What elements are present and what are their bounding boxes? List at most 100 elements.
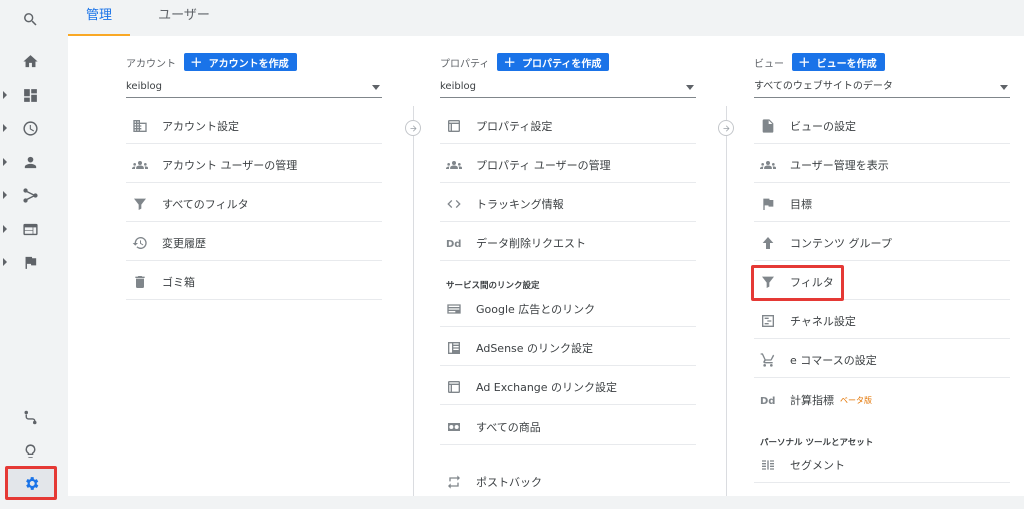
change-history-item[interactable]: 変更履歴 [126,225,382,261]
expand-arrow-icon [3,158,7,166]
calculated-metrics-label: 計算指標 [790,394,834,407]
route-icon [23,410,37,424]
account-label: アカウント [126,58,176,70]
create-view-label: ビューを作成 [816,58,877,70]
plus-icon: + [798,53,811,71]
all-filters-label: すべてのフィルタ [162,197,249,211]
postback-item[interactable]: ポストバック [440,464,696,500]
expand-arrow-icon [3,91,7,99]
search-button[interactable] [0,2,60,36]
expand-arrow-icon [3,191,7,199]
data-deletion-item[interactable]: Dd データ削除リクエスト [440,225,696,261]
create-account-button[interactable]: + アカウントを作成 [184,53,297,71]
ad-exchange-icon [448,380,460,393]
account-selected-value: keiblog [126,81,162,92]
account-settings-label: アカウント設定 [162,119,239,133]
view-settings-item[interactable]: ビューの設定 [754,108,1010,144]
column-divider [726,106,727,496]
acquisition-icon [22,187,38,203]
tab-admin[interactable]: 管理 [68,0,130,36]
property-settings-label: プロパティ設定 [476,119,553,133]
ads-link-icon [447,303,461,314]
realtime-button[interactable] [0,111,60,145]
ecommerce-settings-item[interactable]: e コマースの設定 [754,342,1010,378]
person-icon [24,156,36,168]
building-icon [133,119,147,132]
filters-highlight [751,265,844,301]
plus-icon: + [190,53,203,71]
google-ads-link-item[interactable]: Google 広告とのリンク [440,291,696,327]
acquisition-button[interactable] [0,178,60,212]
property-users-item[interactable]: プロパティ ユーザーの管理 [440,147,696,183]
property-settings-item[interactable]: プロパティ設定 [440,108,696,144]
plus-icon: + [503,53,516,71]
account-select[interactable]: keiblog [126,78,382,98]
dashboard-icon [23,88,37,102]
dd-icon: Dd [446,239,461,250]
calculated-metrics-item[interactable]: Dd 計算指標 ベータ版 [754,382,1010,418]
home-icon [22,54,38,67]
adsense-link-item[interactable]: AdSense のリンク設定 [440,330,696,366]
people-icon [132,160,148,169]
document-icon [762,118,774,133]
attribution-button[interactable] [0,400,60,434]
admin-button[interactable] [5,466,57,500]
flag-icon [763,198,774,210]
create-property-button[interactable]: + プロパティを作成 [497,53,610,71]
clock-icon [22,120,38,136]
segments-label: セグメント [790,458,845,472]
create-account-label: アカウントを作成 [208,58,289,70]
postback-icon [448,475,460,489]
arrow-right-icon [405,120,421,136]
conversions-button[interactable] [0,245,60,279]
create-property-label: プロパティを作成 [521,58,602,70]
property-window-icon [448,119,460,132]
account-users-label: アカウント ユーザーの管理 [162,158,298,172]
tab-users[interactable]: ユーザー [144,0,224,36]
account-header: アカウント + アカウントを作成 [126,52,297,72]
beta-badge: ベータ版 [840,395,872,405]
trash-label: ゴミ箱 [162,275,195,289]
audience-button[interactable] [0,145,60,179]
column-divider [413,106,414,496]
data-deletion-label: データ削除リクエスト [476,236,586,250]
view-users-item[interactable]: ユーザー管理を表示 [754,147,1010,183]
customization-button[interactable] [0,78,60,112]
content-grouping-item[interactable]: コンテンツ グループ [754,225,1010,261]
account-settings-item[interactable]: アカウント設定 [126,108,382,144]
ad-exchange-link-item[interactable]: Ad Exchange のリンク設定 [440,369,696,405]
view-select[interactable]: すべてのウェブサイトのデータ [754,78,1010,98]
goals-item[interactable]: 目標 [754,186,1010,222]
property-select[interactable]: keiblog [440,78,696,98]
lightbulb-icon [25,443,35,458]
behavior-button[interactable] [0,212,60,246]
expand-arrow-icon [3,124,7,132]
tracking-info-label: トラッキング情報 [476,197,564,211]
expand-arrow-icon [3,225,7,233]
create-view-button[interactable]: + ビューを作成 [792,53,885,71]
channel-settings-label: チャネル設定 [790,314,856,328]
expand-arrow-icon [3,258,7,266]
tracking-info-item[interactable]: トラッキング情報 [440,186,696,222]
property-selected-value: keiblog [440,81,476,92]
segments-item[interactable]: セグメント [754,447,1010,483]
dropdown-caret-icon [686,85,694,90]
trash-icon [135,275,145,288]
link-section-label: サービス間のリンク設定 [446,281,540,291]
svg-text:Dd: Dd [446,239,461,250]
history-icon [132,236,147,249]
all-filters-item[interactable]: すべてのフィルタ [126,186,382,222]
gear-icon [25,476,38,490]
trash-item[interactable]: ゴミ箱 [126,264,382,300]
nav-rail [0,0,60,509]
discover-button[interactable] [0,434,60,468]
search-icon [23,12,37,26]
products-icon [448,422,460,431]
home-button[interactable] [0,44,60,78]
account-users-item[interactable]: アカウント ユーザーの管理 [126,147,382,183]
all-products-item[interactable]: すべての商品 [440,409,696,445]
view-users-label: ユーザー管理を表示 [790,158,889,172]
channel-settings-item[interactable]: チャネル設定 [754,303,1010,339]
dropdown-caret-icon [1000,85,1008,90]
content-group-icon [762,236,774,249]
